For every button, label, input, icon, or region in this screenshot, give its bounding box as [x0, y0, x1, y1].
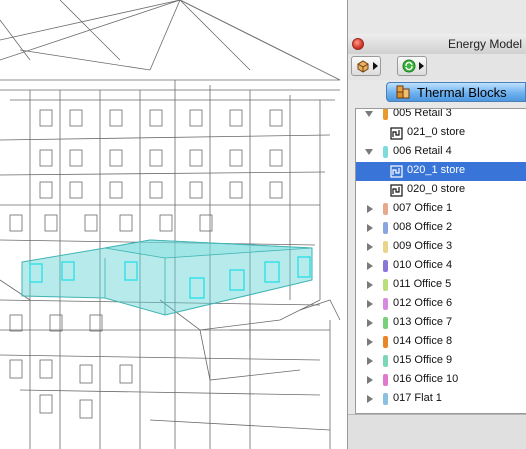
thermal-blocks-icon: [396, 85, 410, 99]
3d-view-button[interactable]: [351, 56, 381, 76]
tree-group-label: 011 Office 5: [393, 278, 452, 290]
tree-group-row[interactable]: 014 Office 8: [356, 333, 526, 352]
refresh-button[interactable]: [397, 56, 427, 76]
disclosure-closed-icon[interactable]: [367, 262, 373, 270]
tree-item-label: 020_1 store: [407, 164, 466, 176]
dropdown-arrow-icon: [419, 62, 424, 70]
disclosure-closed-icon[interactable]: [367, 376, 373, 384]
tree-group-label: 006 Retail 4: [393, 145, 452, 157]
tree-group-row[interactable]: 015 Office 9: [356, 352, 526, 371]
tree-group-row[interactable]: 007 Office 1: [356, 200, 526, 219]
disclosure-open-icon[interactable]: [365, 149, 373, 155]
tab-thermal-blocks[interactable]: Thermal Blocks: [386, 82, 526, 102]
disclosure-closed-icon[interactable]: [367, 395, 373, 403]
disclosure-closed-icon[interactable]: [367, 205, 373, 213]
tree-group-label: 017 Flat 1: [393, 392, 442, 404]
block-color-swatch: [383, 222, 388, 234]
block-color-swatch: [383, 146, 388, 158]
block-color-swatch: [383, 203, 388, 215]
disclosure-closed-icon[interactable]: [367, 224, 373, 232]
block-color-swatch: [383, 336, 388, 348]
disclosure-closed-icon[interactable]: [367, 338, 373, 346]
disclosure-closed-icon[interactable]: [367, 243, 373, 251]
tree-group-label: 013 Office 7: [393, 316, 453, 328]
tab-bar: Thermal Blocks: [348, 80, 526, 104]
tree-group-row[interactable]: 013 Office 7: [356, 314, 526, 333]
tree-group-label: 016 Office 10: [393, 373, 459, 385]
tree-group-row[interactable]: 009 Office 3: [356, 238, 526, 257]
tree-group-label: 005 Retail 3: [393, 108, 452, 119]
disclosure-closed-icon[interactable]: [367, 357, 373, 365]
disclosure-closed-icon[interactable]: [367, 319, 373, 327]
tree-item-row[interactable]: 020_1 store: [356, 162, 526, 181]
story-icon: [390, 184, 403, 197]
refresh-icon: [402, 59, 416, 73]
tree-group-label: 007 Office 1: [393, 202, 453, 214]
tab-label: Thermal Blocks: [417, 85, 507, 100]
tree-group-row[interactable]: 016 Office 10: [356, 371, 526, 390]
block-color-swatch: [383, 241, 388, 253]
tree-group-row[interactable]: 011 Office 5: [356, 276, 526, 295]
window-title: Energy Model Review: [448, 37, 526, 51]
block-color-swatch: [383, 374, 388, 386]
3d-model-viewport[interactable]: [0, 0, 347, 449]
block-color-swatch: [383, 260, 388, 272]
disclosure-open-icon[interactable]: [365, 111, 373, 117]
disclosure-closed-icon[interactable]: [367, 281, 373, 289]
block-color-swatch: [383, 355, 388, 367]
story-icon: [390, 165, 403, 178]
tree-item-label: 020_0 store: [407, 183, 466, 195]
selected-thermal-block[interactable]: [21, 239, 313, 316]
tree-group-row[interactable]: 012 Office 6: [356, 295, 526, 314]
tree-group-label: 014 Office 8: [393, 335, 453, 347]
thermal-block-tree[interactable]: 005 Retail 3 021_0 store 006 Retail 4 020_1…: [355, 108, 526, 414]
tree-item-label: 021_0 store: [407, 126, 466, 138]
tree-group-row[interactable]: 006 Retail 4: [356, 143, 526, 162]
tree-group-label: 008 Office 2: [393, 221, 453, 233]
panel-footer: [348, 414, 526, 449]
block-color-swatch: [383, 298, 388, 310]
tree-item-row[interactable]: 020_0 store: [356, 181, 526, 200]
story-icon: [390, 127, 403, 140]
block-color-swatch: [383, 393, 388, 405]
block-color-swatch: [383, 279, 388, 291]
tree-group-row[interactable]: 005 Retail 3: [356, 108, 526, 124]
tree-group-label: 012 Office 6: [393, 297, 453, 309]
block-color-swatch: [383, 109, 388, 120]
tree-group-label: 010 Office 4: [393, 259, 453, 271]
3d-view-icon: [357, 60, 369, 73]
tree-group-row[interactable]: 017 Flat 1: [356, 390, 526, 409]
disclosure-closed-icon[interactable]: [367, 300, 373, 308]
tree-group-row[interactable]: 008 Office 2: [356, 219, 526, 238]
tree-group-label: 015 Office 9: [393, 354, 453, 366]
block-color-swatch: [383, 317, 388, 329]
building-wireframe: [0, 0, 341, 449]
dropdown-arrow-icon: [373, 62, 378, 70]
energy-model-panel: Energy Model Review: [347, 0, 526, 449]
toolbar: [348, 54, 526, 80]
tree-item-row[interactable]: 021_0 store: [356, 124, 526, 143]
close-button[interactable]: [352, 38, 364, 50]
tree-group-label: 009 Office 3: [393, 240, 453, 252]
tree-group-row[interactable]: 010 Office 4: [356, 257, 526, 276]
window-titlebar[interactable]: Energy Model Review: [348, 34, 526, 55]
